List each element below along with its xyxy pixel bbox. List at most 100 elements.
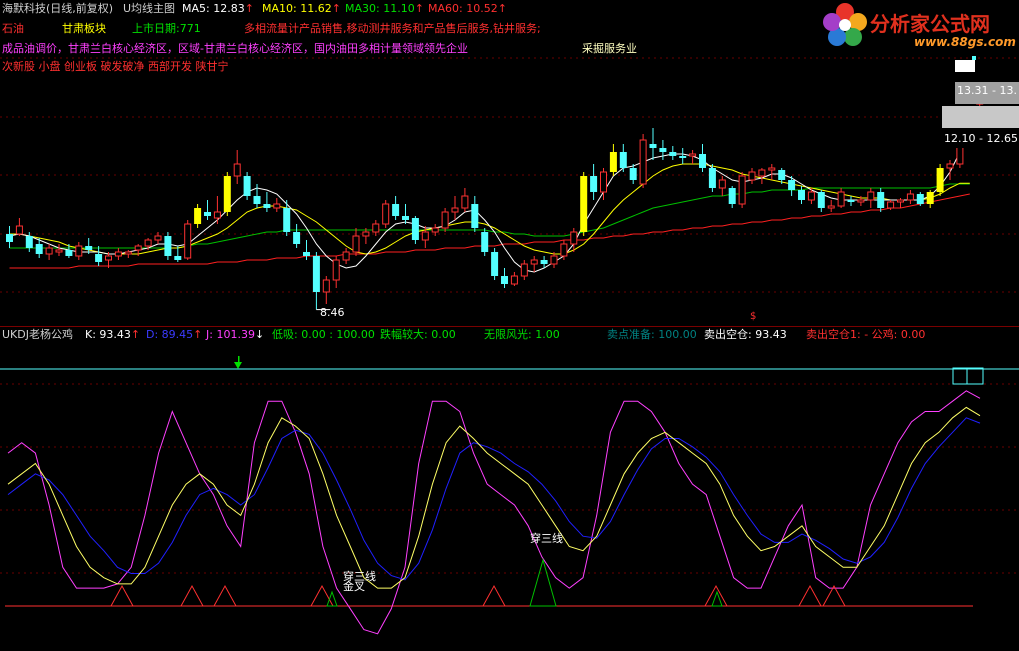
d-up-arrow: ↑ [193,328,203,341]
industry-text: 石油 [2,22,24,35]
candle-body [619,152,627,168]
price-range-box-2 [942,106,1019,128]
candle-body [827,205,835,209]
ma30-line [9,183,970,249]
candle-body [55,249,63,253]
candle-body [560,243,568,257]
ma10-value: 11.62 [300,2,332,15]
pane-divider[interactable] [0,326,1019,327]
candle-body [65,250,73,256]
candle-body [540,260,548,264]
candle-body [570,231,578,245]
ma5-label: MA5: [182,2,210,15]
candle-body [887,201,895,209]
candle-body [946,163,954,169]
candle-body [590,176,598,192]
indicator-name[interactable]: U均线主图 [123,2,175,16]
candle-body [382,203,390,225]
candle-body [936,168,944,192]
candle-body [283,208,291,232]
candle-body [273,203,281,209]
candle-body [916,194,924,204]
candle-body [491,252,499,276]
ma60-value: 10.52 [466,2,498,15]
candle-body [550,255,558,265]
logo-name: 分析家公式网 [870,12,990,36]
candle-body [194,208,202,224]
candle-body [421,231,429,241]
candle-body [501,276,508,284]
ma10-up-arrow: ↑ [331,2,341,15]
sell-box-1 [952,367,968,385]
buy-signal-triangle [822,584,846,607]
buy-signal-triangle [110,584,134,607]
logo-url: www.88gs.com [914,35,1016,49]
business-text: 多相流量计产品销售,移动测井服务和产品售后服务,钻井服务; [244,22,541,35]
candle-body [817,192,825,208]
candle-body [906,193,914,201]
candle-body [134,245,142,251]
ma10-label: MA10: [262,2,297,15]
kdj-j-line [7,390,981,635]
strong-signal-triangle [529,558,557,607]
d-value: D: 89.45↑ [146,328,202,342]
candle-body [659,148,667,152]
candle-body [15,225,23,235]
candle-body [441,211,449,229]
candle-body [689,153,697,157]
ma5-value: 12.83 [213,2,245,15]
candle-body [105,255,112,261]
candle-body [461,195,469,209]
candle-body [45,247,53,255]
price-marker-cyan [972,56,976,60]
cross-label-3: 穿三线 [530,532,563,545]
j-down-arrow: ↓ [254,328,265,341]
candle-body [738,175,746,205]
price-marker-white [955,60,975,72]
candle-body [243,176,251,196]
candle-body [798,190,805,200]
ma5-readout: MA5: 12.83↑ [182,2,254,16]
site-logo: 分析家公式网 www.88gs.com [822,2,1019,52]
candle-body [25,236,33,248]
stock-title: 海默科技(日线,前复权) [2,2,114,15]
kdj-layer [0,368,1019,635]
ma30-up-arrow: ↑ [414,2,424,15]
green-arrow-marker [234,362,242,369]
candle-body [669,152,677,156]
buy-signal-triangle [180,584,204,607]
candle-body [263,204,271,208]
kdj-title[interactable]: UKDJ老杨公鸡 [2,328,73,342]
candle-body [758,169,766,177]
candle-body [510,275,518,285]
candle-body [362,231,370,237]
kdj-k-line [7,406,981,589]
buy-signal-triangle [798,584,822,607]
candle-body [679,156,687,158]
candle-body [748,171,756,181]
infinite-value: 无限风光: 1.00 [484,328,560,341]
dollar-marker: $ [750,311,757,322]
ma10-line [9,163,970,255]
sector-text: 采掘服务业 [582,42,637,55]
candle-body [223,176,231,212]
ma60-up-arrow: ↑ [497,2,507,15]
candle-body [372,223,380,233]
concept-text: 成品油调价，甘肃兰白核心经济区，区域-甘肃兰白核心经济区，国内油田多相计量领域领… [2,42,468,55]
list-date-text: 上市日期:771 [132,22,201,35]
candle-body [718,179,726,189]
candle-body [85,246,93,250]
candle-body [392,204,400,216]
candle-body [114,251,122,257]
ma10-readout: MA10: 11.62↑ [262,2,341,16]
sell-box-2 [966,367,984,385]
ma5-line [9,134,971,273]
big-drop-value: 跌幅较大: 0.00 [380,328,456,341]
candle-body [788,180,796,190]
candle-body [164,236,172,256]
candle-body [471,204,479,228]
sell-empty1-value: 卖出空仓1: - 公鸡: 0.00 [806,328,926,341]
candle-body [649,144,657,148]
candle-body [481,232,489,252]
candle-body [303,252,310,256]
